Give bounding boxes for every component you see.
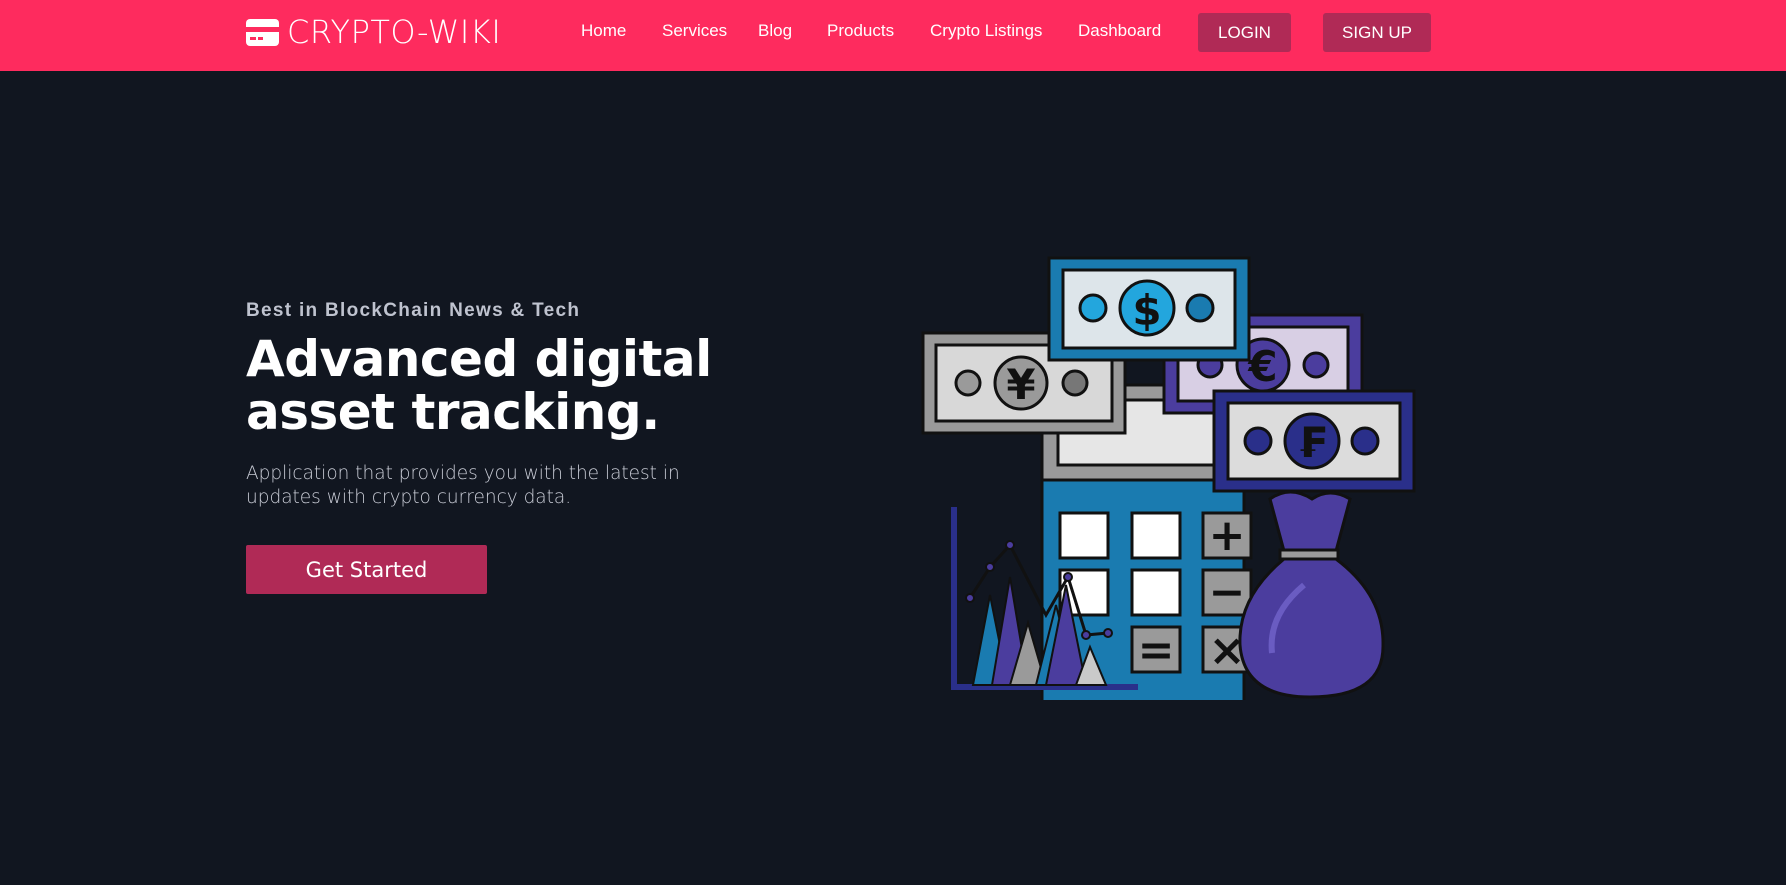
money-bag-illustration xyxy=(1238,490,1385,699)
finance-illustration: + − = × ¥ € $ ₣ xyxy=(921,256,1416,700)
franc-symbol: ₣ xyxy=(1297,418,1326,467)
nav-link-crypto-listings[interactable]: Crypto Listings xyxy=(930,21,1042,41)
dollar-symbol: $ xyxy=(1132,286,1161,335)
signup-button[interactable]: SIGN UP xyxy=(1323,13,1431,52)
get-started-button[interactable]: Get Started xyxy=(246,545,487,594)
dollar-banknote: $ xyxy=(1047,256,1251,362)
hero-subtext: Application that provides you with the l… xyxy=(246,463,680,508)
yen-symbol: ¥ xyxy=(1006,360,1035,409)
plus-key-label: + xyxy=(1209,510,1246,561)
equals-key-label: = xyxy=(1138,625,1175,676)
euro-symbol: € xyxy=(1247,342,1277,391)
navbar: CRYPTO-WIKI Home Services Blog Products … xyxy=(0,0,1786,71)
nav-link-dashboard[interactable]: Dashboard xyxy=(1078,21,1161,41)
nav-link-home[interactable]: Home xyxy=(581,21,626,41)
main-nav: Home Services Blog Products Crypto Listi… xyxy=(0,0,1786,71)
minus-key-label: − xyxy=(1209,567,1246,618)
nav-link-blog[interactable]: Blog xyxy=(758,21,792,41)
franc-banknote: ₣ xyxy=(1212,389,1416,493)
hero-eyebrow: Best in BlockChain News & Tech xyxy=(246,300,581,321)
login-button[interactable]: LOGIN xyxy=(1198,13,1291,52)
nav-link-services[interactable]: Services xyxy=(662,21,727,41)
hero-headline: Advanced digital asset tracking. xyxy=(246,330,712,441)
nav-link-products[interactable]: Products xyxy=(827,21,894,41)
